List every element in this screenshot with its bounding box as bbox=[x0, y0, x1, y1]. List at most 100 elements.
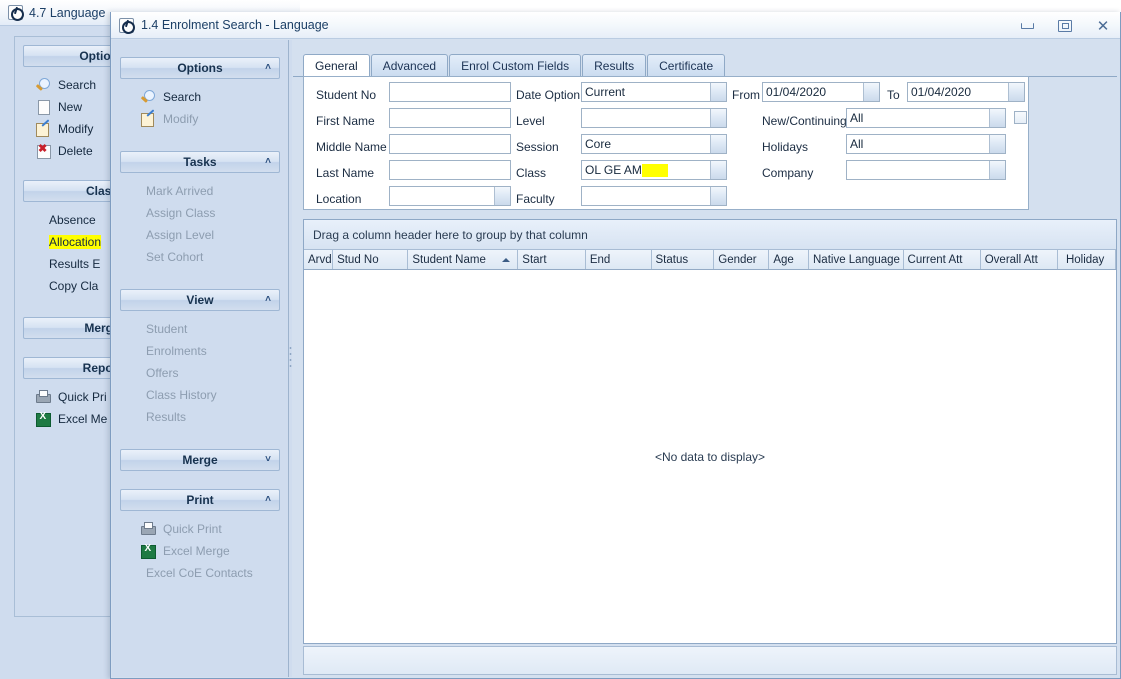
grid-column-native-language[interactable]: Native Language bbox=[809, 250, 904, 269]
chevron-down-icon[interactable] bbox=[989, 109, 1005, 127]
label-level-row: Level bbox=[516, 111, 545, 131]
tab-label: Results bbox=[594, 59, 634, 73]
nav-item-label: Modify bbox=[163, 112, 198, 126]
from-date-value: 01/04/2020 bbox=[766, 83, 826, 101]
section-header-view[interactable]: View ˄ bbox=[120, 289, 280, 311]
group-by-drop-area[interactable]: Drag a column header here to group by th… bbox=[304, 220, 1116, 250]
grid-column-arvd[interactable]: Arvd bbox=[304, 250, 333, 269]
new-continuing-combo[interactable]: All bbox=[846, 108, 1006, 128]
level-combo[interactable] bbox=[581, 108, 727, 128]
new-continuing-checkbox[interactable] bbox=[1014, 111, 1027, 124]
holidays-combo[interactable]: All bbox=[846, 134, 1006, 154]
chevron-down-icon[interactable] bbox=[710, 187, 726, 205]
chevron-down-icon[interactable] bbox=[1008, 83, 1024, 101]
column-label: Status bbox=[656, 254, 689, 266]
section-header-options[interactable]: Options ˄ bbox=[120, 57, 280, 79]
grid-column-end[interactable]: End bbox=[586, 250, 652, 269]
tab-label: Advanced bbox=[383, 59, 436, 73]
nav-view-list: Student Enrolments Offers Class History … bbox=[112, 311, 288, 432]
nav-item-label: Enrolments bbox=[146, 344, 207, 358]
grid-column-holiday[interactable]: Holiday bbox=[1058, 250, 1116, 269]
chevron-down-icon[interactable] bbox=[863, 83, 879, 101]
first-name-input[interactable] bbox=[389, 108, 511, 128]
tab-advanced[interactable]: Advanced bbox=[371, 54, 448, 76]
faculty-combo[interactable] bbox=[581, 186, 727, 206]
section-header-merge[interactable]: Merge ˅ bbox=[120, 449, 280, 471]
nav-item-label: Excel CoE Contacts bbox=[146, 566, 253, 580]
class-value: OL GE AM bbox=[585, 161, 642, 179]
grid-column-age[interactable]: Age bbox=[769, 250, 809, 269]
new-continuing-value: All bbox=[850, 109, 863, 127]
middle-name-input[interactable] bbox=[389, 134, 511, 154]
chevron-down-icon[interactable] bbox=[710, 109, 726, 127]
chevron-down-icon[interactable] bbox=[710, 135, 726, 153]
window-controls: ✕ bbox=[1016, 12, 1114, 39]
company-combo[interactable] bbox=[846, 160, 1006, 180]
grid-column-gender[interactable]: Gender bbox=[714, 250, 769, 269]
modify-icon bbox=[140, 111, 156, 127]
page-icon bbox=[35, 99, 51, 115]
nav-item-label: Student bbox=[146, 322, 187, 336]
last-name-input[interactable] bbox=[389, 160, 511, 180]
grid-column-start[interactable]: Start bbox=[518, 250, 586, 269]
sort-ascending-icon bbox=[502, 258, 510, 262]
window-titlebar[interactable]: 1.4 Enrolment Search - Language ✕ bbox=[111, 12, 1120, 39]
window-nav-panel: Options ˄ Search Modify Tasks ˄ Mark Arr… bbox=[112, 40, 289, 677]
section-header-print[interactable]: Print ˄ bbox=[120, 489, 280, 511]
search-icon bbox=[35, 77, 51, 93]
student-no-input[interactable] bbox=[389, 82, 511, 102]
grid-column-status[interactable]: Status bbox=[652, 250, 715, 269]
date-option-combo[interactable]: Current bbox=[581, 82, 727, 102]
excel-icon bbox=[140, 543, 156, 559]
window-title: 1.4 Enrolment Search - Language bbox=[141, 18, 329, 32]
column-label: Student Name bbox=[412, 254, 486, 266]
grid-column-stud-no[interactable]: Stud No bbox=[333, 250, 408, 269]
print-icon bbox=[35, 389, 51, 405]
section-label: Options bbox=[177, 61, 222, 75]
class-combo[interactable]: OL GE AM bbox=[581, 160, 727, 180]
label-student-no: Student No bbox=[316, 88, 376, 102]
grid-column-student-name[interactable]: Student Name bbox=[408, 250, 518, 269]
chevron-down-icon[interactable] bbox=[710, 83, 726, 101]
maximize-icon[interactable] bbox=[1054, 16, 1076, 36]
chevron-down-icon[interactable] bbox=[494, 187, 510, 205]
from-date-combo[interactable]: 01/04/2020 bbox=[762, 82, 880, 102]
column-label: Stud No bbox=[337, 254, 379, 266]
section-label: View bbox=[186, 293, 213, 307]
panel-splitter[interactable] bbox=[289, 40, 292, 677]
nav-item-offers: Offers bbox=[112, 362, 288, 384]
tab-general[interactable]: General bbox=[303, 54, 370, 77]
nav-item-label: Search bbox=[163, 90, 201, 104]
section-header-tasks[interactable]: Tasks ˄ bbox=[120, 151, 280, 173]
to-date-combo[interactable]: 01/04/2020 bbox=[907, 82, 1025, 102]
chevron-down-icon[interactable] bbox=[989, 161, 1005, 179]
column-label: Arvd bbox=[308, 254, 332, 266]
label-date-option-row: Date Option bbox=[516, 85, 580, 105]
to-date-value: 01/04/2020 bbox=[911, 83, 971, 101]
tab-certificate[interactable]: Certificate bbox=[647, 54, 725, 76]
close-icon[interactable]: ✕ bbox=[1092, 16, 1114, 36]
nav-item-label: Delete bbox=[58, 144, 93, 158]
chevron-down-icon[interactable] bbox=[989, 135, 1005, 153]
nav-item-label: Quick Print bbox=[163, 522, 222, 536]
grid-column-overall-att[interactable]: Overall Att bbox=[981, 250, 1058, 269]
section-label: Merge bbox=[182, 453, 217, 467]
chevron-down-icon[interactable] bbox=[710, 161, 726, 179]
session-combo[interactable]: Core bbox=[581, 134, 727, 154]
nav-item-modify: Modify bbox=[112, 108, 288, 130]
label-location: Location bbox=[316, 192, 361, 206]
modify-icon bbox=[35, 121, 51, 137]
print-icon bbox=[140, 521, 156, 537]
nav-item-excel-coe-contacts: Excel CoE Contacts bbox=[112, 562, 288, 584]
nav-item-class-history: Class History bbox=[112, 384, 288, 406]
label-to: To bbox=[887, 88, 900, 102]
nav-item-search[interactable]: Search bbox=[112, 86, 288, 108]
minimize-icon[interactable] bbox=[1016, 16, 1038, 36]
label-holidays-row: Holidays bbox=[762, 137, 808, 157]
tab-results[interactable]: Results bbox=[582, 54, 646, 76]
tab-enrol-custom-fields[interactable]: Enrol Custom Fields bbox=[449, 54, 581, 76]
app-icon bbox=[119, 18, 134, 33]
grid-column-current-att[interactable]: Current Att bbox=[904, 250, 981, 269]
tab-label: General bbox=[315, 59, 358, 73]
location-combo[interactable] bbox=[389, 186, 511, 206]
